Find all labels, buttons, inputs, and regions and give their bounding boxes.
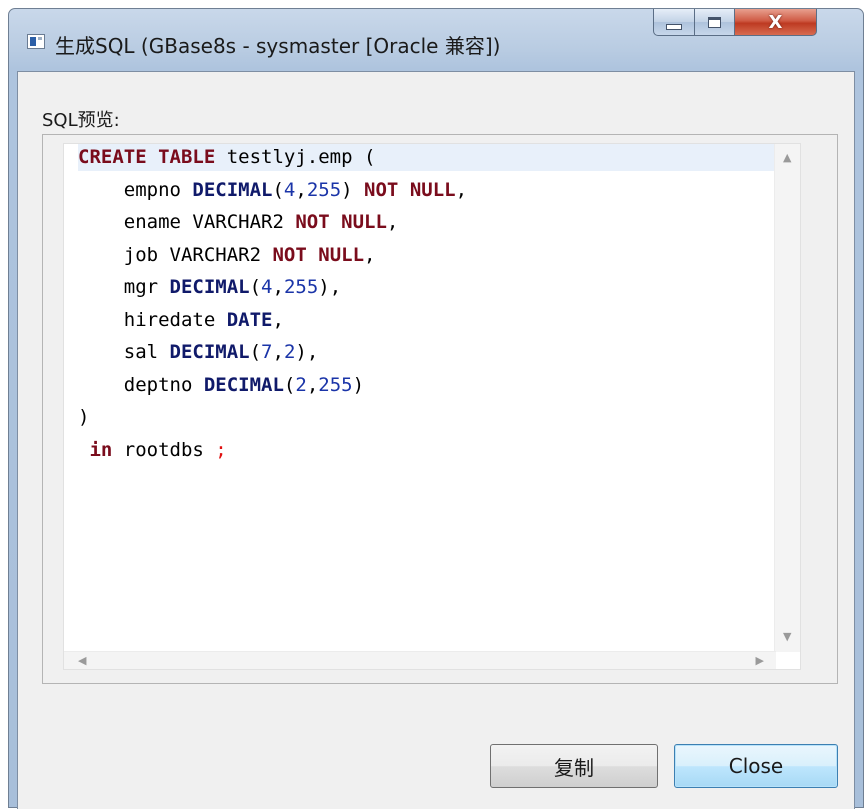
code-line: hiredate DATE, [78, 304, 284, 336]
sql-preview-label: SQL预览: [42, 110, 120, 131]
code-token: 2 [283, 341, 296, 363]
close-window-button[interactable]: X [735, 9, 817, 36]
code-token: , [272, 276, 284, 298]
code-line: job VARCHAR2 NOT NULL, [78, 239, 376, 271]
code-token: , [295, 178, 307, 201]
code-token: , [272, 341, 284, 363]
minimize-button[interactable] [653, 9, 695, 36]
code-token: hiredate [78, 308, 227, 331]
minimize-icon [666, 24, 682, 30]
code-token: sal [78, 341, 170, 363]
scroll-right-arrow-icon[interactable]: ▶ [756, 655, 764, 666]
code-line: mgr DECIMAL(4,255), [78, 271, 341, 303]
maximize-icon [708, 16, 721, 28]
code-token: 4 [261, 276, 273, 298]
dialog-window: 生成SQL (GBase8s - sysmaster [Oracle 兼容]) … [8, 8, 864, 809]
maximize-button[interactable] [695, 9, 735, 36]
title-bar[interactable]: 生成SQL (GBase8s - sysmaster [Oracle 兼容]) … [9, 9, 863, 71]
sql-preview-group: CREATE TABLE testlyj.emp ( empno DECIMAL… [42, 134, 838, 684]
scroll-left-arrow-icon[interactable]: ◀ [78, 655, 86, 666]
code-token: ( [249, 276, 262, 298]
code-token: 255 [306, 178, 342, 201]
code-token: , [386, 211, 399, 233]
vertical-scrollbar[interactable]: ▲ ▼ [774, 144, 800, 652]
code-token: NOT [272, 243, 307, 266]
code-token: NULL [318, 243, 365, 266]
code-token: NOT [295, 211, 330, 233]
code-token: mgr [78, 276, 170, 298]
code-token: ( [249, 341, 262, 363]
sql-preview-editor[interactable]: CREATE TABLE testlyj.emp ( empno DECIMAL… [63, 143, 801, 670]
code-token: ( [283, 373, 296, 396]
code-token: ), [318, 276, 342, 298]
code-token: NULL [341, 211, 387, 233]
code-token: , [306, 373, 319, 396]
code-token: ) [352, 373, 365, 396]
code-token: , [272, 308, 284, 331]
code-token: DECIMAL [169, 341, 250, 363]
code-token: TABLE [158, 146, 216, 168]
code-token: 255 [318, 373, 353, 396]
code-line: in rootdbs ; [78, 434, 227, 466]
code-token: rootdbs [112, 438, 216, 461]
code-token: , [364, 243, 376, 266]
code-line: ) [78, 401, 89, 433]
dialog-client-area: SQL预览: CREATE TABLE testlyj.emp ( empno … [17, 71, 855, 809]
code-token: ) [78, 406, 90, 428]
code-area[interactable]: CREATE TABLE testlyj.emp ( empno DECIMAL… [78, 144, 774, 651]
app-window-icon [27, 34, 45, 49]
close-button[interactable]: Close [674, 744, 838, 788]
window-title: 生成SQL (GBase8s - sysmaster [Oracle 兼容]) [55, 34, 501, 58]
code-token: in [89, 438, 113, 461]
code-token: ) [341, 178, 365, 201]
code-line: CREATE TABLE testlyj.emp ( [78, 144, 376, 173]
scroll-up-arrow-icon[interactable]: ▲ [783, 152, 791, 163]
code-token: 2 [295, 373, 307, 396]
code-token: CREATE [78, 146, 147, 168]
code-token: ( [272, 178, 284, 201]
code-token: 255 [283, 276, 319, 298]
code-token: job VARCHAR2 [78, 243, 273, 266]
code-token: DECIMAL [203, 373, 284, 396]
code-token: NOT [364, 178, 399, 201]
code-line: empno DECIMAL(4,255) NOT NULL, [78, 174, 467, 206]
horizontal-scrollbar[interactable]: ◀ ▶ [64, 651, 776, 669]
code-token: , [455, 178, 468, 201]
code-line: deptno DECIMAL(2,255) [78, 369, 364, 401]
code-line: sal DECIMAL(7,2), [78, 336, 319, 368]
code-token: DATE [226, 308, 273, 331]
code-token: NULL [409, 178, 456, 201]
code-token: empno [78, 178, 193, 201]
code-token: deptno [78, 373, 204, 396]
code-token: testlyj.emp ( [215, 146, 376, 168]
code-token: DECIMAL [192, 178, 273, 201]
code-token: DECIMAL [169, 276, 250, 298]
scroll-down-arrow-icon[interactable]: ▼ [783, 631, 791, 642]
code-token: 4 [283, 178, 296, 201]
close-icon: X [768, 11, 783, 33]
code-line: ename VARCHAR2 NOT NULL, [78, 206, 399, 238]
code-token: ), [295, 341, 319, 363]
copy-button[interactable]: 复制 [490, 744, 658, 788]
code-token: ; [215, 438, 227, 461]
code-token: ename VARCHAR2 [78, 211, 296, 233]
code-token: 7 [261, 341, 273, 363]
